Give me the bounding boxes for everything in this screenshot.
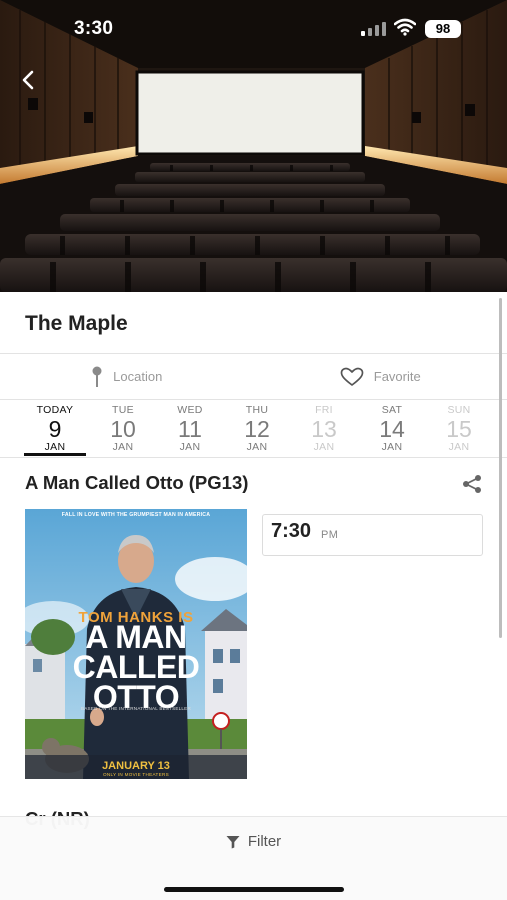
movie-title[interactable]: A Man Called Otto (PG13) — [25, 472, 248, 494]
date-month: JAN — [381, 441, 403, 453]
poster-release-note: ONLY IN MOVIE THEATERS — [103, 772, 169, 777]
date-item-3[interactable]: THU 12 JAN — [226, 404, 288, 453]
date-item-5[interactable]: SAT 14 JAN — [361, 404, 423, 453]
date-day: 13 — [311, 416, 337, 442]
date-item-0[interactable]: TODAY 9 JAN — [24, 404, 86, 456]
date-day: 10 — [110, 416, 136, 442]
theater-name: The Maple — [25, 312, 128, 335]
date-day: 11 — [178, 416, 202, 442]
battery-indicator: 98 — [425, 20, 461, 38]
showtime-time: 7:30 — [271, 520, 312, 542]
favorite-button[interactable]: Favorite — [254, 354, 507, 399]
date-month: JAN — [44, 441, 66, 453]
share-icon — [463, 475, 481, 493]
date-day: 14 — [379, 416, 405, 442]
date-day: 9 — [48, 416, 62, 442]
date-item-1[interactable]: TUE 10 JAN — [92, 404, 154, 453]
favorite-label: Favorite — [373, 369, 421, 384]
location-button[interactable]: Location — [0, 354, 254, 399]
filter-bar: Filter — [0, 816, 507, 900]
heart-icon — [340, 367, 364, 386]
date-selector: TODAY 9 JAN TUE 10 JAN WED 11 JAN THU 12… — [0, 400, 507, 458]
wifi-icon — [394, 18, 416, 36]
pin-icon — [92, 366, 102, 387]
date-month: JAN — [112, 441, 134, 453]
theater-actions: Location Favorite — [0, 354, 507, 400]
status-bar: 3:30 98 — [0, 0, 507, 58]
theater-header: The Maple — [0, 292, 507, 354]
share-button[interactable] — [461, 474, 483, 494]
date-month: JAN — [179, 441, 201, 453]
scrollbar[interactable] — [499, 298, 502, 638]
home-indicator — [164, 887, 344, 892]
poster-title: A MAN CALLED OTTO — [72, 619, 200, 715]
date-month: JAN — [448, 441, 470, 453]
poster-based-on: BASED ON THE INTERNATIONAL BESTSELLER — [81, 706, 191, 711]
back-button[interactable] — [14, 64, 42, 96]
date-item-6[interactable]: SUN 15 JAN — [428, 404, 490, 453]
showtime-ampm: PM — [321, 529, 339, 541]
date-day: 12 — [244, 416, 270, 442]
showtime-button[interactable]: 7:30 PM — [262, 514, 483, 556]
poster-release-date: JANUARY 13 — [102, 760, 170, 772]
theater-hero-image: 3:30 98 — [0, 0, 507, 292]
date-month: JAN — [313, 441, 335, 453]
poster-tagline: FALL IN LOVE WITH THE GRUMPIEST MAN IN A… — [61, 512, 211, 518]
location-label: Location — [113, 369, 163, 384]
date-item-4[interactable]: FRI 13 JAN — [293, 404, 355, 453]
selected-date-indicator — [24, 453, 86, 456]
cellular-signal-icon — [361, 22, 386, 36]
status-time: 3:30 — [74, 18, 114, 39]
date-month: JAN — [246, 441, 268, 453]
movie-poster[interactable]: FALL IN LOVE WITH THE GRUMPIEST MAN IN A… — [25, 509, 247, 779]
funnel-icon — [226, 835, 240, 848]
filter-button[interactable]: Filter — [0, 833, 507, 850]
chevron-left-icon — [22, 70, 34, 90]
date-day: 15 — [446, 416, 472, 442]
date-item-2[interactable]: WED 11 JAN — [159, 404, 221, 453]
filter-label: Filter — [247, 833, 282, 850]
